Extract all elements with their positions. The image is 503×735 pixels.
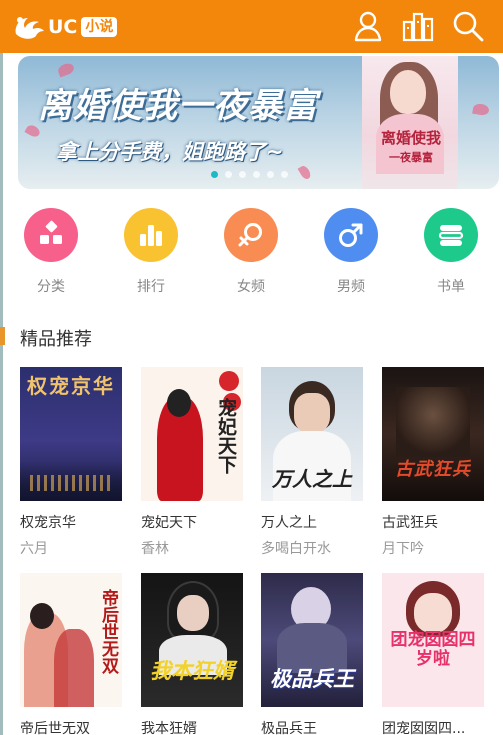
book-card[interactable]: 帝后世无双 帝后世无双 [20, 573, 122, 735]
category-label: 女频 [237, 279, 265, 295]
book-title: 帝后世无双 [20, 721, 90, 735]
cover-title: 团宠囡囡四岁啦 [390, 630, 476, 669]
book-title: 宠妃天下 [141, 515, 197, 531]
logo-tag: 小说 [81, 17, 118, 37]
category-ranking[interactable]: 排行 [121, 208, 181, 296]
book-card[interactable]: 万人之上 万人之上 多喝白开水 [261, 367, 363, 558]
carousel-dot[interactable] [225, 171, 232, 178]
book-card[interactable]: 极品兵王 极品兵王 [261, 573, 363, 735]
carousel-indicator [211, 171, 288, 178]
petal-decoration [297, 164, 313, 181]
cover-title: 万人之上 [272, 467, 352, 491]
carousel-dot[interactable] [253, 171, 260, 178]
category-label: 书单 [437, 279, 465, 295]
book-card[interactable]: 团宠囡囡四岁啦 团宠囡囡四... [382, 573, 484, 735]
banner-book-cover: 离婚使我 一夜暴富 [362, 56, 458, 189]
category-label: 分类 [37, 279, 65, 295]
male-icon [324, 208, 378, 262]
cover-title: 帝后世无双 [98, 588, 118, 674]
book-card[interactable]: 我本狂婿 我本狂婿 [141, 573, 243, 735]
book-title: 我本狂婿 [141, 721, 197, 735]
book-title: 极品兵王 [261, 721, 317, 735]
book-title: 古武狂兵 [382, 515, 438, 531]
category-booklist[interactable]: 书单 [421, 208, 481, 296]
cover-illustration [30, 603, 54, 629]
cover-illustration [414, 593, 452, 633]
book-card[interactable]: 权宠京华 权宠京华 六月 [20, 367, 122, 558]
category-label: 男频 [337, 279, 365, 295]
book-cover[interactable]: 宠妃天下 [141, 367, 243, 501]
book-author: 香林 [141, 541, 169, 557]
book-cover[interactable]: 帝后世无双 [20, 573, 122, 707]
cover-title: 宠妃天下 [215, 398, 237, 474]
bookshelf-icon[interactable] [402, 10, 434, 42]
book-card[interactable]: 宠妃天下 宠妃天下 香林 [141, 367, 243, 558]
book-cover[interactable]: 团宠囡囡四岁啦 [382, 573, 484, 707]
logo-text: UC [48, 16, 78, 38]
book-author: 六月 [20, 541, 48, 557]
book-author: 多喝白开水 [261, 541, 331, 557]
carousel-dot[interactable] [281, 171, 288, 178]
female-icon [224, 208, 278, 262]
section-accent-bar [0, 327, 5, 345]
grid-icon [24, 208, 78, 262]
cover-illustration [30, 475, 110, 491]
book-cover[interactable]: 权宠京华 [20, 367, 122, 501]
cover-illustration [177, 595, 209, 631]
carousel-dot-active[interactable] [211, 171, 218, 178]
search-icon[interactable] [452, 10, 484, 42]
carousel-dot[interactable] [267, 171, 274, 178]
category-male[interactable]: 男频 [321, 208, 381, 296]
cover-title: 权宠京华 [27, 374, 115, 398]
banner-subtitle: 拿上分手费，姐跑路了~ [56, 140, 284, 164]
book-cover[interactable]: 万人之上 [261, 367, 363, 501]
petal-decoration [472, 102, 490, 117]
banner-title: 离婚使我一夜暴富 [38, 86, 318, 126]
bar-chart-icon [124, 208, 178, 262]
banner-cover-subtitle: 一夜暴富 [389, 151, 433, 164]
cover-title: 极品兵王 [270, 667, 354, 691]
book-title: 权宠京华 [20, 515, 76, 531]
book-cover[interactable]: 古武狂兵 [382, 367, 484, 501]
category-classify[interactable]: 分类 [21, 208, 81, 296]
cover-title: 我本狂婿 [150, 659, 234, 683]
category-female[interactable]: 女频 [221, 208, 281, 296]
carousel-dot[interactable] [239, 171, 246, 178]
book-cover[interactable]: 我本狂婿 [141, 573, 243, 707]
cover-title: 古武狂兵 [395, 459, 471, 480]
uc-bird-logo-icon [15, 17, 45, 39]
user-icon[interactable] [352, 10, 384, 42]
uc-novel-logo[interactable]: UC 小说 [12, 11, 118, 43]
book-title: 万人之上 [261, 515, 317, 531]
cover-illustration [396, 387, 470, 457]
left-edge-divider [0, 53, 3, 735]
cover-illustration [294, 393, 330, 433]
book-title: 团宠囡囡四... [382, 721, 466, 735]
cover-illustration-face [390, 70, 426, 114]
book-card[interactable]: 古武狂兵 古武狂兵 月下吟 [382, 367, 484, 558]
promo-banner[interactable]: 离婚使我一夜暴富 拿上分手费，姐跑路了~ 离婚使我 一夜暴富 [18, 56, 499, 189]
book-cover[interactable]: 极品兵王 [261, 573, 363, 707]
category-label: 排行 [137, 279, 165, 295]
section-title: 精品推荐 [20, 329, 92, 350]
banner-cover-title: 离婚使我 [380, 129, 441, 147]
booklist-icon [424, 208, 478, 262]
petal-decoration [56, 61, 76, 78]
app-header: UC 小说 [0, 0, 503, 53]
book-author: 月下吟 [382, 541, 424, 557]
